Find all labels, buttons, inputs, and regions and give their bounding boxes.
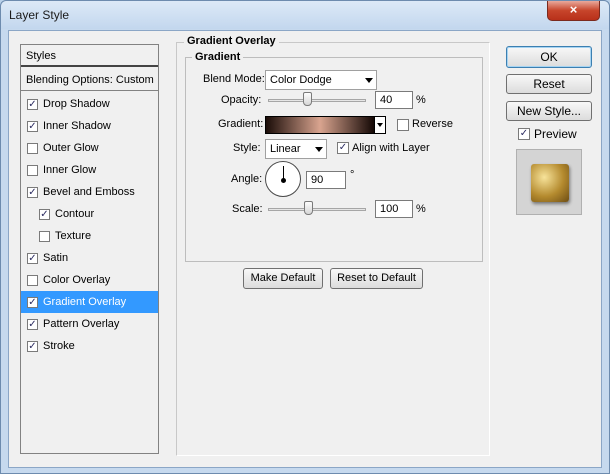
style-item-checkbox[interactable] <box>39 231 50 242</box>
gradient-overlay-panel: Gradient Overlay Gradient Blend Mode: Co… <box>176 35 490 456</box>
scale-slider[interactable] <box>268 208 366 211</box>
panel-title: Gradient Overlay <box>184 35 279 47</box>
opacity-value: 40 <box>380 94 393 106</box>
styles-header-label: Styles <box>26 50 56 62</box>
scale-unit: % <box>416 203 426 215</box>
style-item[interactable]: Inner Glow <box>21 159 158 181</box>
angle-dial[interactable] <box>265 161 301 197</box>
title-bar[interactable]: Layer Style × <box>1 1 609 29</box>
style-item-label: Inner Glow <box>43 164 97 176</box>
style-item-checkbox[interactable] <box>39 209 50 220</box>
style-item[interactable]: Gradient Overlay <box>21 291 158 313</box>
style-item-label: Stroke <box>43 340 75 352</box>
ok-button[interactable]: OK <box>506 46 592 68</box>
angle-input[interactable]: 90 <box>306 171 346 189</box>
preview-label: Preview <box>534 127 577 141</box>
blending-options-label: Blending Options: Custom <box>26 74 154 86</box>
angle-value: 90 <box>311 174 324 186</box>
style-value: Linear <box>270 143 301 155</box>
reset-button[interactable]: Reset <box>506 74 592 94</box>
style-item[interactable]: Satin <box>21 247 158 269</box>
reset-to-default-button[interactable]: Reset to Default <box>330 268 423 289</box>
style-item-label: Texture <box>55 230 92 242</box>
chevron-down-icon <box>315 147 323 152</box>
gradient-dropdown-arrow[interactable] <box>374 116 386 134</box>
blend-mode-value: Color Dodge <box>270 74 332 86</box>
style-item-checkbox[interactable] <box>27 165 38 176</box>
style-item[interactable]: Stroke <box>21 335 158 357</box>
style-item[interactable]: Contour <box>21 203 158 225</box>
styles-list: Styles Blending Options: Custom Drop Sha… <box>20 44 159 454</box>
styles-header[interactable]: Styles <box>21 45 158 67</box>
chevron-down-icon <box>365 78 373 83</box>
scale-input[interactable]: 100 <box>375 200 413 218</box>
gradient-picker[interactable] <box>265 116 375 134</box>
style-item-checkbox[interactable] <box>27 275 38 286</box>
style-item-label: Color Overlay <box>43 274 111 286</box>
style-item[interactable]: Texture <box>21 225 158 247</box>
angle-label: Angle: <box>231 173 263 185</box>
style-item-label: Contour <box>55 208 95 220</box>
style-item-label: Inner Shadow <box>43 120 111 132</box>
layer-style-window: Layer Style × Styles Blending Options: C… <box>0 0 610 474</box>
style-item[interactable]: Drop Shadow <box>21 93 158 115</box>
style-select[interactable]: Linear <box>265 139 327 159</box>
scale-label: Scale: <box>232 203 263 215</box>
style-item-checkbox[interactable] <box>27 319 38 330</box>
style-item[interactable]: Pattern Overlay <box>21 313 158 335</box>
gradient-group: Gradient Blend Mode: Color Dodge Opacity… <box>185 51 483 262</box>
style-item[interactable]: Bevel and Emboss <box>21 181 158 203</box>
opacity-slider[interactable] <box>268 99 366 102</box>
close-button[interactable]: × <box>547 1 600 21</box>
make-default-button[interactable]: Make Default <box>243 268 323 289</box>
angle-center <box>281 178 286 183</box>
style-item-checkbox[interactable] <box>27 99 38 110</box>
style-item-label: Drop Shadow <box>43 98 110 110</box>
style-item-label: Bevel and Emboss <box>43 186 135 198</box>
style-item-checkbox[interactable] <box>27 341 38 352</box>
new-style-button[interactable]: New Style... <box>506 101 592 121</box>
style-item-label: Gradient Overlay <box>43 296 127 308</box>
blending-options-item[interactable]: Blending Options: Custom <box>21 69 158 91</box>
opacity-unit: % <box>416 94 426 106</box>
align-with-layer-checkbox[interactable] <box>337 142 349 154</box>
style-item-label: Satin <box>43 252 69 264</box>
style-item-checkbox[interactable] <box>27 253 38 264</box>
gradient-label: Gradient: <box>218 118 264 130</box>
style-item[interactable]: Outer Glow <box>21 137 158 159</box>
style-item-checkbox[interactable] <box>27 143 38 154</box>
scale-value: 100 <box>380 203 399 215</box>
reverse-label: Reverse <box>412 118 453 130</box>
style-item[interactable]: Color Overlay <box>21 269 158 291</box>
style-item-label: Pattern Overlay <box>43 318 120 330</box>
style-item-checkbox[interactable] <box>27 297 38 308</box>
opacity-slider-thumb[interactable] <box>302 92 312 106</box>
opacity-input[interactable]: 40 <box>375 91 413 109</box>
align-with-layer-label: Align with Layer <box>352 142 430 154</box>
angle-unit: ° <box>350 169 355 181</box>
blend-mode-select[interactable]: Color Dodge <box>265 70 377 90</box>
style-item[interactable]: Inner Shadow <box>21 115 158 137</box>
scale-slider-thumb[interactable] <box>303 201 313 215</box>
gradient-group-title: Gradient <box>192 51 244 63</box>
style-label: Style: <box>233 142 261 154</box>
reverse-checkbox[interactable] <box>397 119 409 131</box>
style-item-checkbox[interactable] <box>27 187 38 198</box>
window-title: Layer Style <box>9 8 70 22</box>
opacity-label: Opacity: <box>221 94 262 106</box>
style-preview <box>516 149 582 215</box>
dialog-body: Styles Blending Options: Custom Drop Sha… <box>8 30 602 468</box>
style-item-label: Outer Glow <box>43 142 99 154</box>
blend-mode-label: Blend Mode: <box>203 73 265 85</box>
style-item-checkbox[interactable] <box>27 121 38 132</box>
preview-thumbnail <box>531 164 569 202</box>
preview-checkbox[interactable] <box>518 128 530 140</box>
